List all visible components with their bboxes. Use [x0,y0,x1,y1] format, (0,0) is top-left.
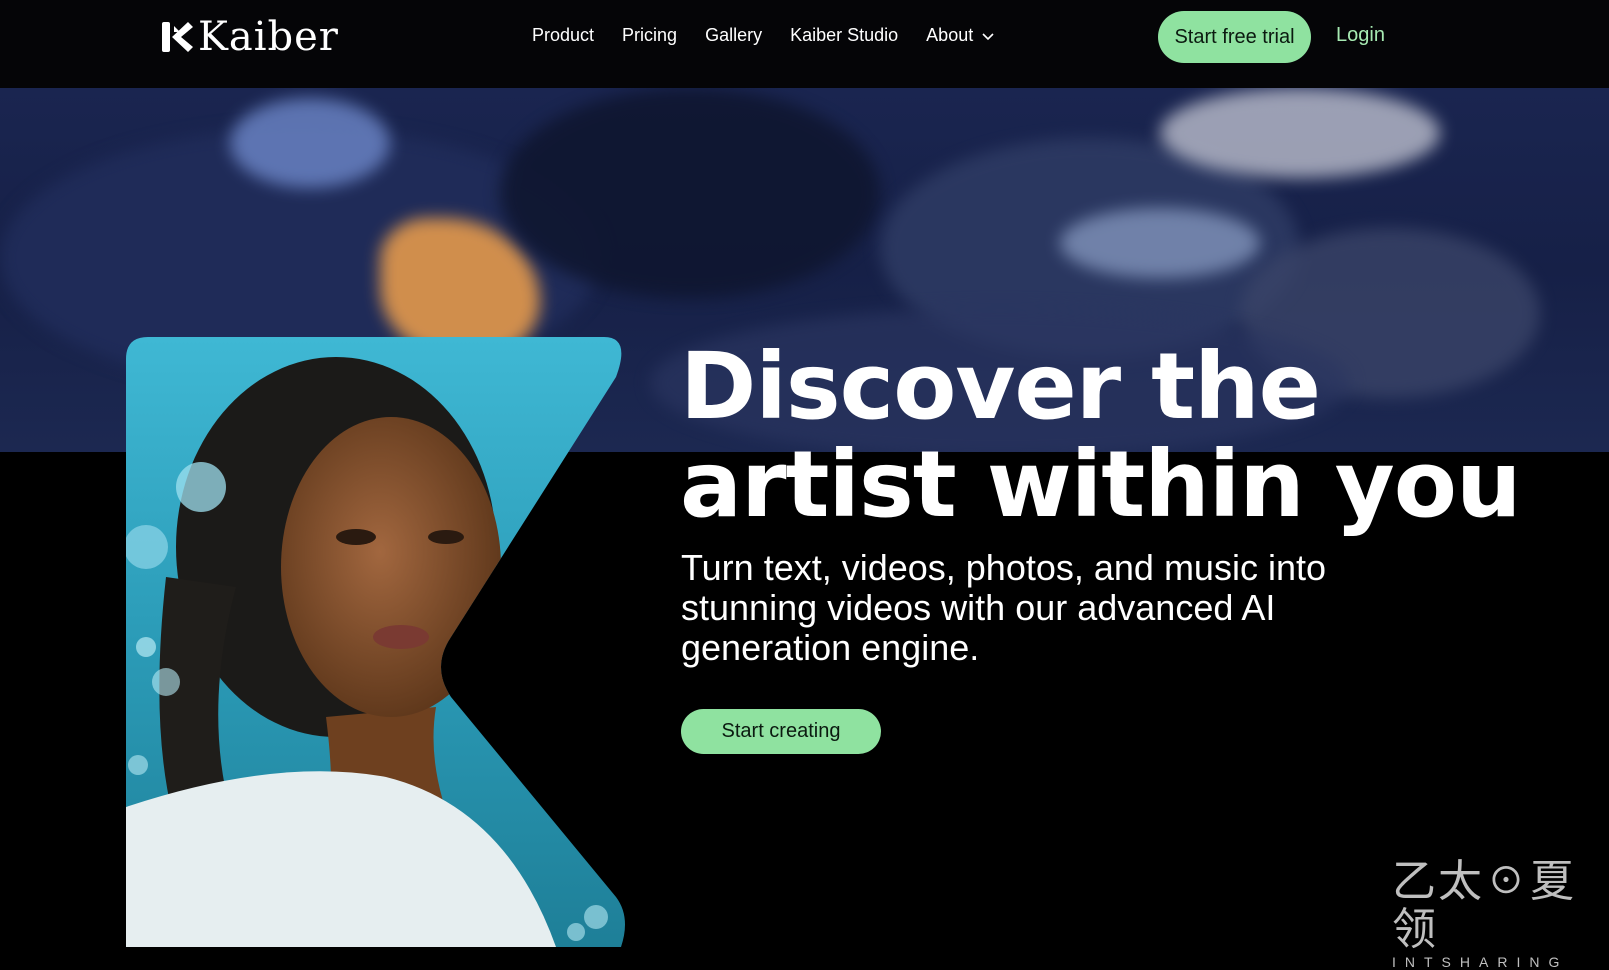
login-link[interactable]: Login [1336,24,1385,47]
intsharing-watermark: 乙太☉夏领 INTSHARING [1392,858,1592,970]
bg-cloud [1060,208,1260,278]
bg-cloud [500,88,880,298]
hero-headline: Discover the artist within you [680,333,1521,538]
kaiber-logo-mark-icon [162,22,193,52]
kaiber-logo[interactable]: Kaiber [160,16,339,58]
nav-link-pricing[interactable]: Pricing [622,25,677,46]
nav-about-label: About [926,25,974,45]
hero-headline-line-1: Discover the [680,333,1321,440]
bg-cloud [1160,88,1440,178]
main-navigation: Product Pricing Gallery Kaiber Studio Ab… [532,25,995,46]
nav-link-product[interactable]: Product [532,25,594,46]
watermark-text: INTSHARING [1392,954,1569,970]
watermark-glyphs: 乙太☉夏领 [1392,856,1576,955]
top-navbar: Kaiber Product Pricing Gallery Kaiber St… [0,0,1609,88]
start-free-trial-button[interactable]: Start free trial [1158,11,1311,63]
hero-headline-line-2: artist within you [680,431,1521,538]
nav-link-gallery[interactable]: Gallery [705,25,762,46]
chevron-down-icon [982,32,994,40]
hero-portrait-image [126,337,625,947]
start-creating-button[interactable]: Start creating [681,709,881,754]
bg-cloud [230,98,390,188]
nav-about-dropdown[interactable]: About [926,25,995,46]
brand-name: Kaiber [198,14,339,60]
nav-link-kaiber-studio[interactable]: Kaiber Studio [790,25,898,46]
hero-subtext: Turn text, videos, photos, and music int… [681,547,1326,668]
